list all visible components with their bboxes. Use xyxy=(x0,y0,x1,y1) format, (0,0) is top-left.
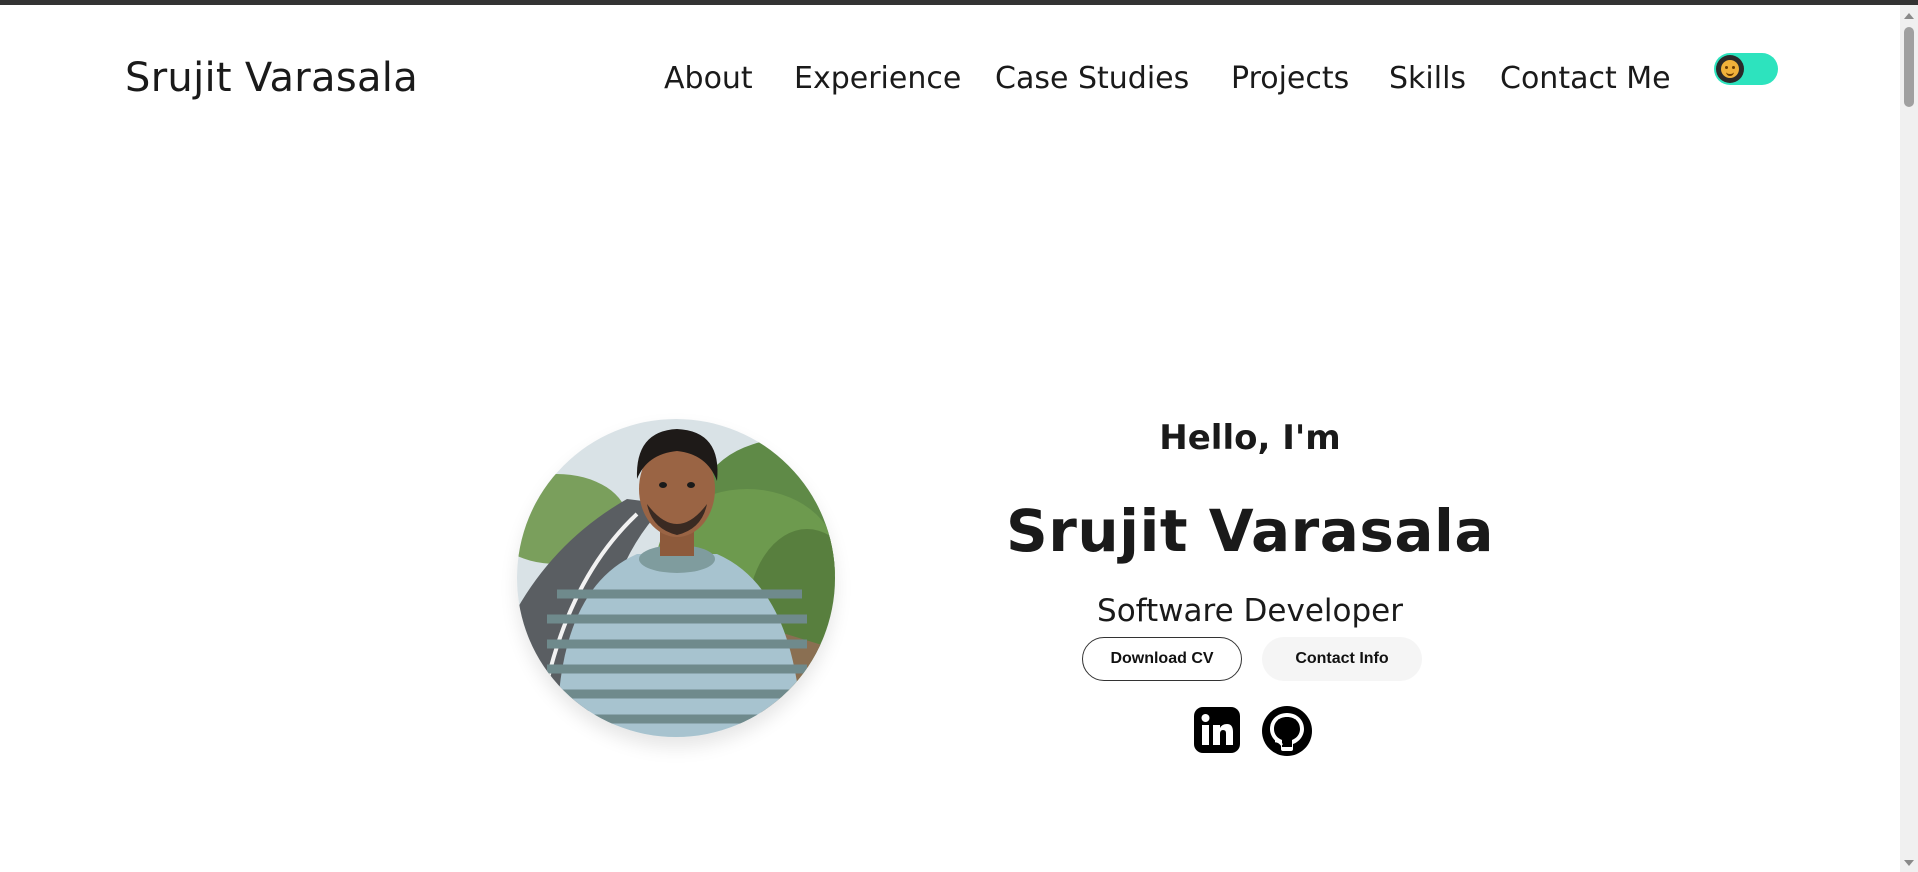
nav-about[interactable]: About xyxy=(664,61,753,96)
hero-name: Srujit Varasala xyxy=(1005,497,1495,565)
download-cv-button[interactable]: Download CV xyxy=(1082,637,1242,681)
hero-greeting: Hello, I'm xyxy=(1159,418,1341,458)
page: Srujit Varasala About Experience Case St… xyxy=(0,5,1900,872)
theme-toggle[interactable] xyxy=(1714,53,1778,85)
github-icon[interactable] xyxy=(1261,705,1312,756)
profile-photo xyxy=(517,419,835,737)
nav-skills[interactable]: Skills xyxy=(1389,61,1466,96)
hero-role: Software Developer xyxy=(1097,593,1403,629)
scroll-down-arrow-icon[interactable] xyxy=(1904,860,1914,866)
scrollbar-thumb[interactable] xyxy=(1904,27,1914,107)
nav-contact-me[interactable]: Contact Me xyxy=(1500,61,1671,96)
nav-experience[interactable]: Experience xyxy=(794,61,961,96)
scroll-up-arrow-icon[interactable] xyxy=(1904,13,1914,19)
site-logo[interactable]: Srujit Varasala xyxy=(125,55,418,101)
contact-info-button[interactable]: Contact Info xyxy=(1262,637,1422,681)
page-scrollbar[interactable] xyxy=(1900,5,1918,872)
sun-face-icon xyxy=(1721,60,1739,78)
nav-projects[interactable]: Projects xyxy=(1231,61,1349,96)
nav-case-studies[interactable]: Case Studies xyxy=(995,61,1189,96)
toggle-knob xyxy=(1716,55,1744,83)
profile-photo-illustration xyxy=(517,419,835,737)
linkedin-icon[interactable] xyxy=(1192,705,1242,755)
